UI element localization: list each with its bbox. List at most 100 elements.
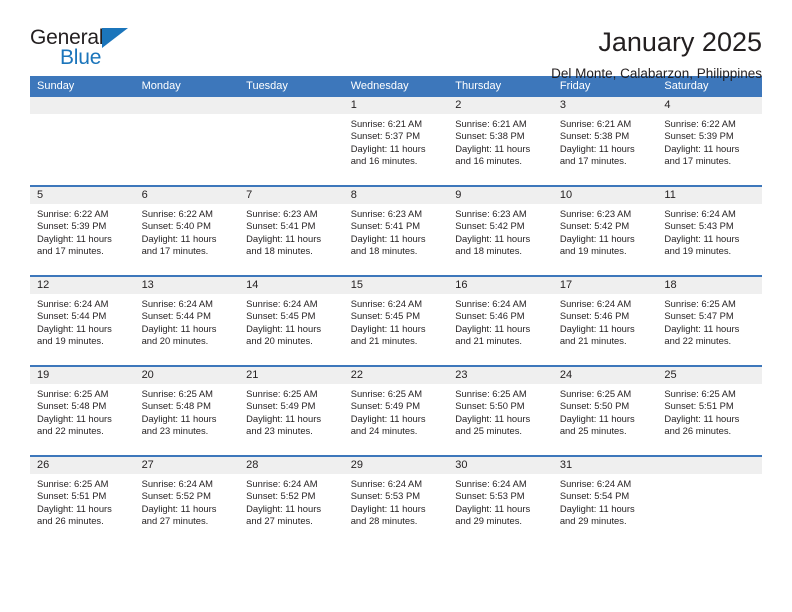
sunrise-text: Sunrise: 6:24 AM [350,478,423,489]
day-number: 30 [448,457,553,474]
day-details: Sunrise: 6:24 AM Sunset: 5:44 PM Daylight:… [135,294,240,348]
day-cell[interactable]: 24 Sunrise: 6:25 AM Sunset: 5:50 PM Dayligh… [552,367,658,455]
day-number: 14 [239,277,344,294]
day-cell[interactable]: 14 Sunrise: 6:24 AM Sunset: 5:45 PM Dayligh… [239,277,344,365]
day-cell[interactable]: 19 Sunrise: 6:25 AM Sunset: 5:48 PM Dayligh… [30,367,135,455]
day-number: 25 [657,367,762,384]
day-cell-empty [134,97,240,185]
day-cell[interactable]: 6 Sunrise: 6:22 AM Sunset: 5:40 PM Daylight… [134,187,240,275]
weekday-header-saturday: Saturday [664,80,709,92]
day-cell[interactable]: 2 Sunrise: 6:21 AM Sunset: 5:38 PM Daylight… [448,97,553,185]
day-details: Sunrise: 6:25 AM Sunset: 5:48 PM Daylight:… [135,384,240,438]
day-cell[interactable]: 8 Sunrise: 6:23 AM Sunset: 5:41 PM Daylight… [343,187,449,275]
sunrise-text: Sunrise: 6:24 AM [246,298,318,309]
day-details: Sunrise: 6:24 AM Sunset: 5:54 PM Daylight:… [553,474,658,528]
sunrise-text: Sunrise: 6:22 AM [141,208,213,219]
logo-triangle-icon [102,28,128,48]
day-cell[interactable]: 22 Sunrise: 6:25 AM Sunset: 5:49 PM Dayligh… [343,367,449,455]
day-cell[interactable]: 15 Sunrise: 6:24 AM Sunset: 5:45 PM Dayligh… [343,277,449,365]
day-cell[interactable]: 20 Sunrise: 6:25 AM Sunset: 5:48 PM Dayligh… [134,367,240,455]
day-number: 4 [657,97,762,114]
day-cell[interactable]: 28 Sunrise: 6:24 AM Sunset: 5:52 PM Dayligh… [239,457,344,545]
day-number: 13 [134,277,240,294]
weekday-header-sunday: Sunday [37,80,75,92]
day-cell[interactable]: 27 Sunrise: 6:24 AM Sunset: 5:52 PM Dayligh… [134,457,240,545]
calendar-page: General Blue January 2025 Del Monte, Cal… [0,0,792,612]
day-cell[interactable]: 13 Sunrise: 6:24 AM Sunset: 5:44 PM Dayligh… [134,277,240,365]
sunrise-text: Sunrise: 6:24 AM [455,298,527,309]
sunset-text: Sunset: 5:48 PM [37,400,107,412]
day-cell[interactable]: 11 Sunrise: 6:24 AM Sunset: 5:43 PM Dayligh… [657,187,762,275]
sunset-text: Sunset: 5:45 PM [350,310,421,322]
daylight-text: Daylight: 11 hours and 26 minutes. [664,412,740,437]
sunset-text: Sunset: 5:40 PM [141,220,211,232]
day-cell[interactable]: 9 Sunrise: 6:23 AM Sunset: 5:42 PM Daylight… [448,187,553,275]
day-number: 11 [657,187,762,204]
day-details: Sunrise: 6:24 AM Sunset: 5:45 PM Daylight:… [344,294,449,348]
day-cell[interactable]: 12 Sunrise: 6:24 AM Sunset: 5:44 PM Dayligh… [30,277,135,365]
sunrise-text: Sunrise: 6:25 AM [246,388,318,399]
sunrise-text: Sunrise: 6:24 AM [559,298,632,309]
sunrise-text: Sunrise: 6:23 AM [350,208,423,219]
day-cell-empty [657,457,762,545]
sunrise-text: Sunrise: 6:25 AM [141,388,213,399]
daylight-text: Daylight: 11 hours and 29 minutes. [455,502,531,527]
day-cell[interactable]: 26 Sunrise: 6:25 AM Sunset: 5:51 PM Dayligh… [30,457,135,545]
sunset-text: Sunset: 5:46 PM [455,310,525,322]
sunset-text: Sunset: 5:52 PM [246,490,316,502]
day-number [239,97,344,114]
sunset-text: Sunset: 5:39 PM [664,130,734,142]
sunset-text: Sunset: 5:37 PM [350,130,421,142]
day-cell[interactable]: 1 Sunrise: 6:21 AM Sunset: 5:37 PM Daylight… [343,97,449,185]
daylight-text: Daylight: 11 hours and 18 minutes. [246,232,322,257]
calendar-week-row: 26 Sunrise: 6:25 AM Sunset: 5:51 PM Dayligh… [30,455,762,545]
daylight-text: Daylight: 11 hours and 17 minutes. [559,142,635,167]
day-cell[interactable]: 29 Sunrise: 6:24 AM Sunset: 5:53 PM Dayligh… [343,457,449,545]
day-cell[interactable]: 17 Sunrise: 6:24 AM Sunset: 5:46 PM Dayligh… [552,277,658,365]
day-cell[interactable]: 5 Sunrise: 6:22 AM Sunset: 5:39 PM Daylight… [30,187,135,275]
day-cell[interactable]: 23 Sunrise: 6:25 AM Sunset: 5:50 PM Dayligh… [448,367,553,455]
day-cell[interactable]: 7 Sunrise: 6:23 AM Sunset: 5:41 PM Daylight… [239,187,344,275]
day-cell-empty [30,97,135,185]
day-cell[interactable]: 16 Sunrise: 6:24 AM Sunset: 5:46 PM Dayligh… [448,277,553,365]
sunrise-text: Sunrise: 6:21 AM [350,118,423,129]
day-cell[interactable]: 31 Sunrise: 6:24 AM Sunset: 5:54 PM Dayligh… [552,457,658,545]
day-number: 9 [448,187,553,204]
calendar-weeks: 1 Sunrise: 6:21 AM Sunset: 5:37 PM Daylight… [30,97,762,545]
daylight-text: Daylight: 11 hours and 20 minutes. [246,322,322,347]
sunset-text: Sunset: 5:41 PM [350,220,421,232]
day-cell[interactable]: 18 Sunrise: 6:25 AM Sunset: 5:47 PM Dayligh… [657,277,762,365]
sunrise-text: Sunrise: 6:23 AM [559,208,632,219]
day-cell[interactable]: 4 Sunrise: 6:22 AM Sunset: 5:39 PM Daylight… [657,97,762,185]
day-details: Sunrise: 6:21 AM Sunset: 5:37 PM Daylight:… [344,114,449,168]
day-number: 1 [343,97,449,114]
day-cell[interactable]: 3 Sunrise: 6:21 AM Sunset: 5:38 PM Daylight… [552,97,658,185]
calendar-week-row: 19 Sunrise: 6:25 AM Sunset: 5:48 PM Dayligh… [30,365,762,455]
daylight-text: Daylight: 11 hours and 26 minutes. [37,502,112,527]
sunset-text: Sunset: 5:53 PM [350,490,421,502]
day-details: Sunrise: 6:24 AM Sunset: 5:43 PM Daylight:… [657,204,762,258]
daylight-text: Daylight: 11 hours and 22 minutes. [664,322,740,347]
logo-text-blue: Blue [60,46,102,69]
day-number: 7 [239,187,344,204]
day-number: 31 [552,457,658,474]
day-cell[interactable]: 25 Sunrise: 6:25 AM Sunset: 5:51 PM Dayligh… [657,367,762,455]
daylight-text: Daylight: 11 hours and 23 minutes. [141,412,217,437]
sunrise-text: Sunrise: 6:24 AM [455,478,527,489]
day-number [657,457,762,474]
day-cell[interactable]: 21 Sunrise: 6:25 AM Sunset: 5:49 PM Dayligh… [239,367,344,455]
sunset-text: Sunset: 5:51 PM [37,490,107,502]
weekday-header-tuesday: Tuesday [246,80,288,92]
day-number: 17 [552,277,658,294]
daylight-text: Daylight: 11 hours and 28 minutes. [350,502,426,527]
daylight-text: Daylight: 11 hours and 19 minutes. [37,322,112,347]
day-cell[interactable]: 10 Sunrise: 6:23 AM Sunset: 5:42 PM Dayligh… [552,187,658,275]
day-details: Sunrise: 6:24 AM Sunset: 5:52 PM Daylight:… [135,474,240,528]
day-details: Sunrise: 6:25 AM Sunset: 5:50 PM Daylight:… [448,384,553,438]
page-header: General Blue January 2025 Del Monte, Cal… [30,0,762,81]
daylight-text: Daylight: 11 hours and 24 minutes. [350,412,426,437]
sunset-text: Sunset: 5:47 PM [664,310,734,322]
sunrise-text: Sunrise: 6:25 AM [455,388,527,399]
day-cell[interactable]: 30 Sunrise: 6:24 AM Sunset: 5:53 PM Dayligh… [448,457,553,545]
day-number: 8 [343,187,449,204]
